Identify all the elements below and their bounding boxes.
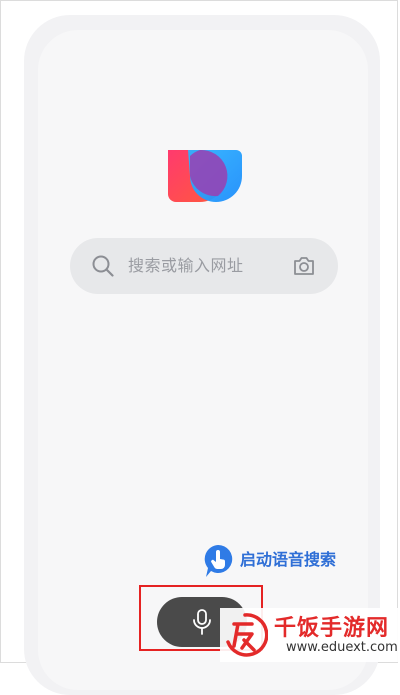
browser-logo xyxy=(166,148,244,204)
voice-search-hint-label: 启动语音搜索 xyxy=(240,550,337,569)
search-bar[interactable]: 搜索或输入网址 xyxy=(70,238,338,294)
hand-pointer-bubble-icon xyxy=(202,543,234,579)
search-icon xyxy=(92,255,114,277)
watermark-logo-icon xyxy=(222,612,269,658)
watermark-url: www.eduext.com xyxy=(286,640,398,655)
camera-icon[interactable] xyxy=(292,254,316,278)
voice-search-hint: 启动语音搜索 xyxy=(202,543,362,577)
watermark: 千饭手游网 www.eduext.com xyxy=(220,608,398,662)
search-input[interactable]: 搜索或输入网址 xyxy=(128,238,244,294)
watermark-title: 千饭手游网 xyxy=(274,616,390,641)
